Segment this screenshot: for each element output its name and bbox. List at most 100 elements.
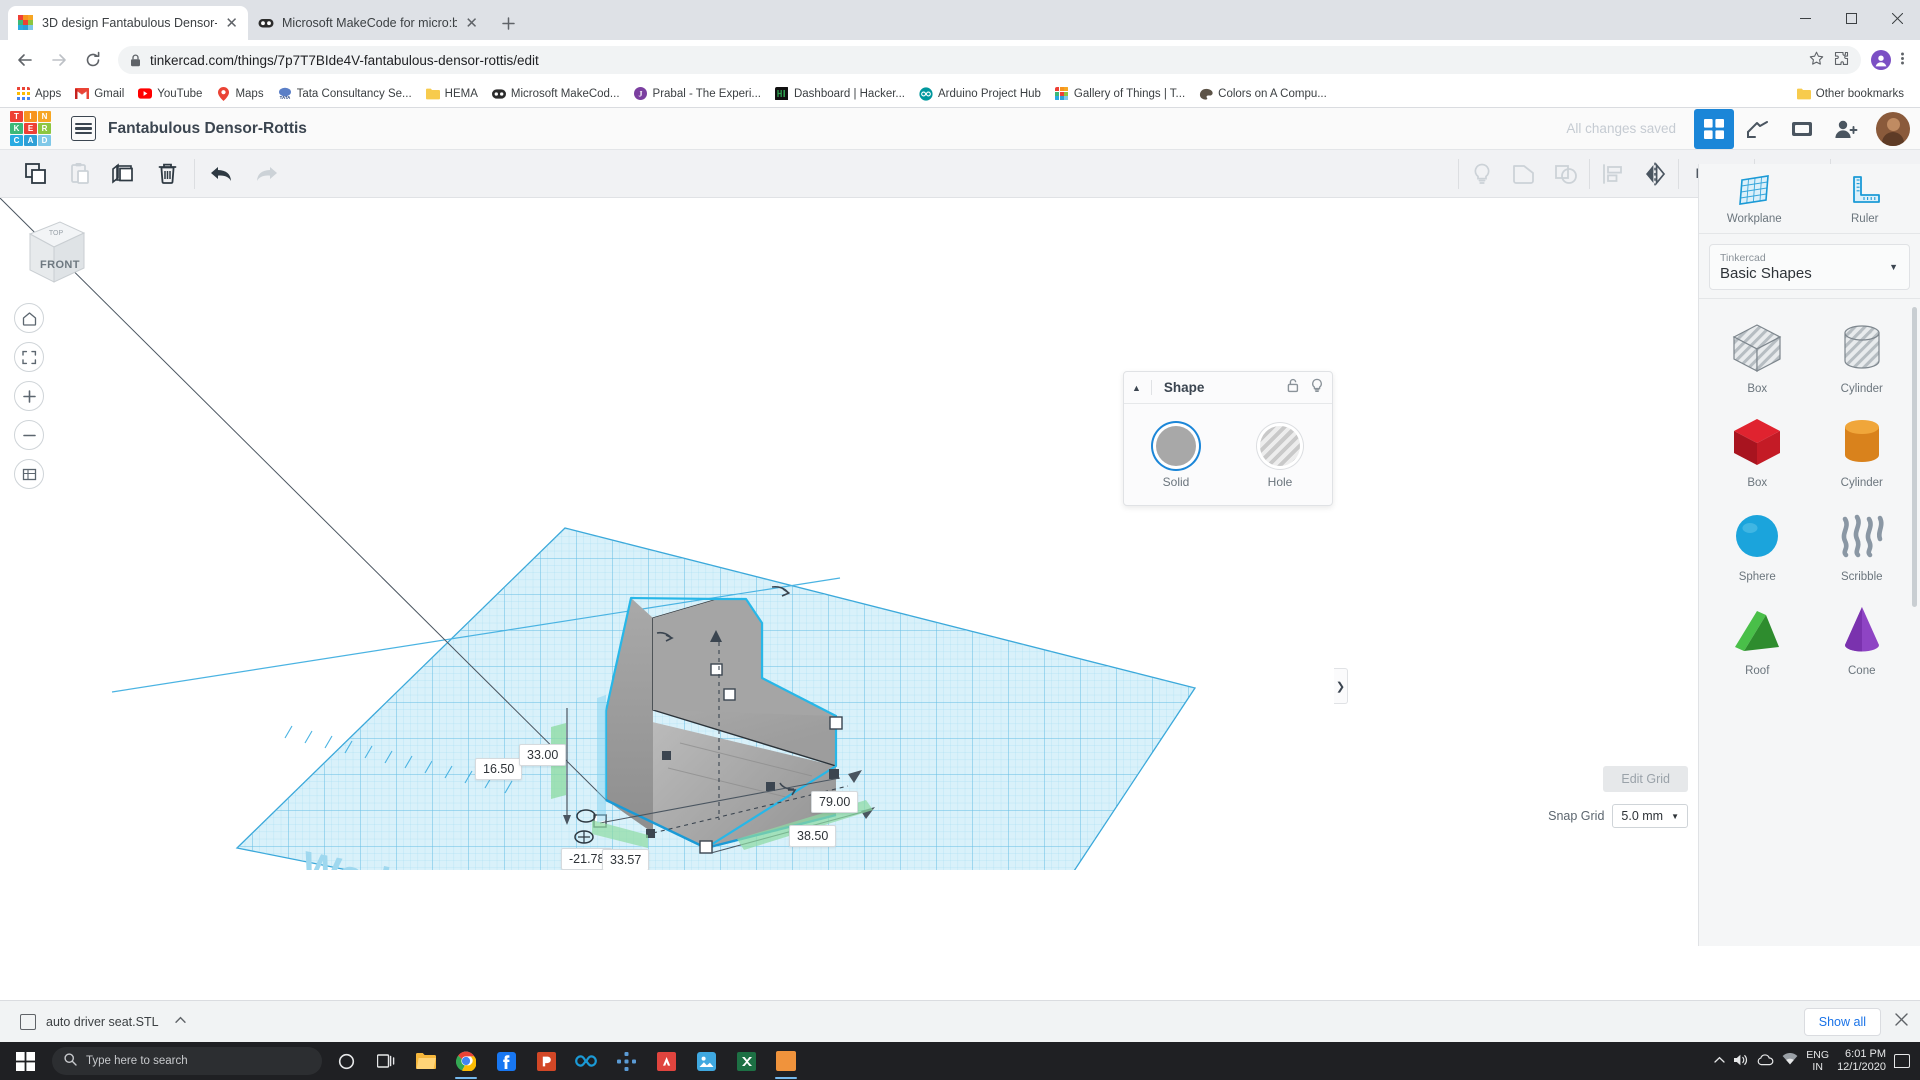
dimension-label-depth[interactable]: 33.57 <box>602 849 650 870</box>
bookmark-apps[interactable]: Apps <box>10 85 67 103</box>
unlock-icon[interactable] <box>1286 378 1300 398</box>
bookmark-makecode[interactable]: Microsoft MakeCod... <box>486 85 626 103</box>
new-tab-button[interactable] <box>494 9 522 37</box>
download-item[interactable]: auto driver seat.STL <box>12 1009 194 1035</box>
chevron-up-icon[interactable] <box>174 1016 186 1027</box>
align-icon[interactable] <box>1594 155 1632 193</box>
bookmark-arduino[interactable]: Arduino Project Hub <box>913 85 1047 103</box>
mirror-icon[interactable] <box>1636 155 1674 193</box>
cortana-icon[interactable] <box>326 1042 366 1080</box>
shape-library-dropdown[interactable]: Tinkercad Basic Shapes ▼ <box>1709 244 1910 290</box>
show-all-downloads-button[interactable]: Show all <box>1803 1007 1881 1036</box>
dimension-label-height-half[interactable]: 16.50 <box>475 758 523 780</box>
browser-tab-inactive[interactable]: Microsoft MakeCode for micro:bi ✕ <box>248 6 488 40</box>
volume-icon[interactable] <box>1733 1053 1749 1070</box>
bookmark-hema[interactable]: HEMA <box>420 85 484 103</box>
invite-person-icon[interactable] <box>1826 109 1866 149</box>
powerpoint-icon[interactable] <box>526 1042 566 1080</box>
gallery-icon[interactable] <box>1782 109 1822 149</box>
file-explorer-icon[interactable] <box>406 1042 446 1080</box>
shape-item-roof[interactable]: Roof <box>1705 595 1810 683</box>
home-view-icon[interactable] <box>14 303 44 333</box>
tinkercad-logo[interactable]: T I N K E R C A D <box>10 111 51 146</box>
zoom-in-icon[interactable] <box>14 381 44 411</box>
clock[interactable]: 6:01 PM 12/1/2020 <box>1837 1048 1886 1073</box>
bookmark-hackster[interactable]: Dashboard | Hacker... <box>769 85 911 103</box>
page-title[interactable]: Fantabulous Densor-Rottis <box>108 120 307 138</box>
bookmark-gmail[interactable]: Gmail <box>69 85 130 103</box>
ortho-perspective-icon[interactable] <box>14 459 44 489</box>
blocks-icon[interactable] <box>1694 108 1734 149</box>
duplicate-icon[interactable] <box>104 155 142 193</box>
bookmark-tata[interactable]: TATA Tata Consultancy Se... <box>272 85 418 103</box>
reload-button[interactable] <box>78 45 108 75</box>
bookmark-star-icon[interactable] <box>1809 51 1824 69</box>
shape-item-cylinder-hole[interactable]: Cylinder <box>1810 313 1915 401</box>
windows-icon[interactable] <box>2 1042 48 1080</box>
taskbar-search-box[interactable]: Type here to search <box>52 1047 322 1075</box>
cloud-icon[interactable] <box>1757 1053 1774 1069</box>
undo-icon[interactable] <box>203 155 241 193</box>
shape-option-solid[interactable]: Solid <box>1124 426 1228 489</box>
extensions-icon[interactable] <box>1834 51 1849 69</box>
paste-icon[interactable] <box>60 155 98 193</box>
avatar[interactable] <box>1876 111 1910 146</box>
snap-grid-select[interactable]: 5.0 mm ▼ <box>1612 804 1688 828</box>
shape-item-sphere[interactable]: Sphere <box>1705 501 1810 589</box>
bookmark-colors[interactable]: Colors on A Compu... <box>1193 85 1333 103</box>
delete-icon[interactable] <box>148 155 186 193</box>
task-view-icon[interactable] <box>366 1042 406 1080</box>
close-icon[interactable]: ✕ <box>465 16 478 31</box>
close-window-button[interactable] <box>1874 0 1920 36</box>
close-download-bar-icon[interactable] <box>1895 1013 1908 1030</box>
shape-item-box[interactable]: Box <box>1705 407 1810 495</box>
codeblocks-icon[interactable] <box>1738 109 1778 149</box>
facebook-icon[interactable] <box>486 1042 526 1080</box>
notification-icon[interactable] <box>1894 1054 1910 1068</box>
shape-item-cylinder[interactable]: Cylinder <box>1810 407 1915 495</box>
other-bookmarks[interactable]: Other bookmarks <box>1791 85 1910 103</box>
fit-to-view-icon[interactable] <box>14 342 44 372</box>
apps-icon[interactable] <box>606 1042 646 1080</box>
browser-tab-active[interactable]: 3D design Fantabulous Densor-R ✕ <box>8 6 248 40</box>
dimension-label-length[interactable]: 79.00 <box>811 791 859 813</box>
shape-item-cone[interactable]: Cone <box>1810 595 1915 683</box>
network-icon[interactable] <box>1782 1052 1798 1069</box>
ungroup-shapes-icon[interactable] <box>1547 155 1585 193</box>
minimize-button[interactable] <box>1782 0 1828 36</box>
bookmark-youtube[interactable]: YouTube <box>132 85 208 103</box>
light-bulb-icon[interactable] <box>1463 155 1501 193</box>
shape-item-scribble[interactable]: Scribble <box>1810 501 1915 589</box>
tray-chevron-up-icon[interactable] <box>1714 1055 1725 1067</box>
redo-icon[interactable] <box>247 155 285 193</box>
shape-option-hole[interactable]: Hole <box>1228 426 1332 489</box>
back-button[interactable] <box>10 45 40 75</box>
group-shapes-icon[interactable] <box>1505 155 1543 193</box>
browser-menu-icon[interactable] <box>1895 51 1910 70</box>
sidebar-scrollbar[interactable] <box>1912 307 1917 607</box>
sidebar-tool-workplane[interactable]: Workplane <box>1699 174 1810 225</box>
bookmark-prabal[interactable]: J Prabal - The Experi... <box>628 85 767 103</box>
language-indicator[interactable]: ENG IN <box>1806 1049 1829 1073</box>
view-cube[interactable]: TOP FRONT <box>18 216 90 299</box>
sidebar-tool-ruler[interactable]: Ruler <box>1810 174 1920 225</box>
excel-icon[interactable] <box>726 1042 766 1080</box>
photos-icon[interactable] <box>686 1042 726 1080</box>
forward-button[interactable] <box>44 45 74 75</box>
panel-expand-arrow[interactable]: ❯ <box>1334 668 1348 704</box>
zoom-out-icon[interactable] <box>14 420 44 450</box>
chrome-icon[interactable] <box>446 1042 486 1080</box>
close-icon[interactable]: ✕ <box>225 16 238 31</box>
profile-avatar[interactable] <box>1871 50 1891 70</box>
infinity-app-icon[interactable] <box>566 1042 606 1080</box>
shape-item-box-hole[interactable]: Box <box>1705 313 1810 401</box>
copy-icon[interactable] <box>16 155 54 193</box>
dimension-label-height[interactable]: 33.00 <box>519 744 567 766</box>
light-bulb-icon[interactable] <box>1310 378 1324 398</box>
dimension-label-width[interactable]: 38.50 <box>789 825 837 847</box>
triangle-up-icon[interactable]: ▲ <box>1132 383 1141 393</box>
address-bar[interactable]: tinkercad.com/things/7p7T7BIde4V-fantabu… <box>118 46 1861 74</box>
edit-grid-button[interactable]: Edit Grid <box>1603 766 1688 792</box>
sketch-icon[interactable] <box>646 1042 686 1080</box>
project-list-icon[interactable] <box>71 116 96 141</box>
